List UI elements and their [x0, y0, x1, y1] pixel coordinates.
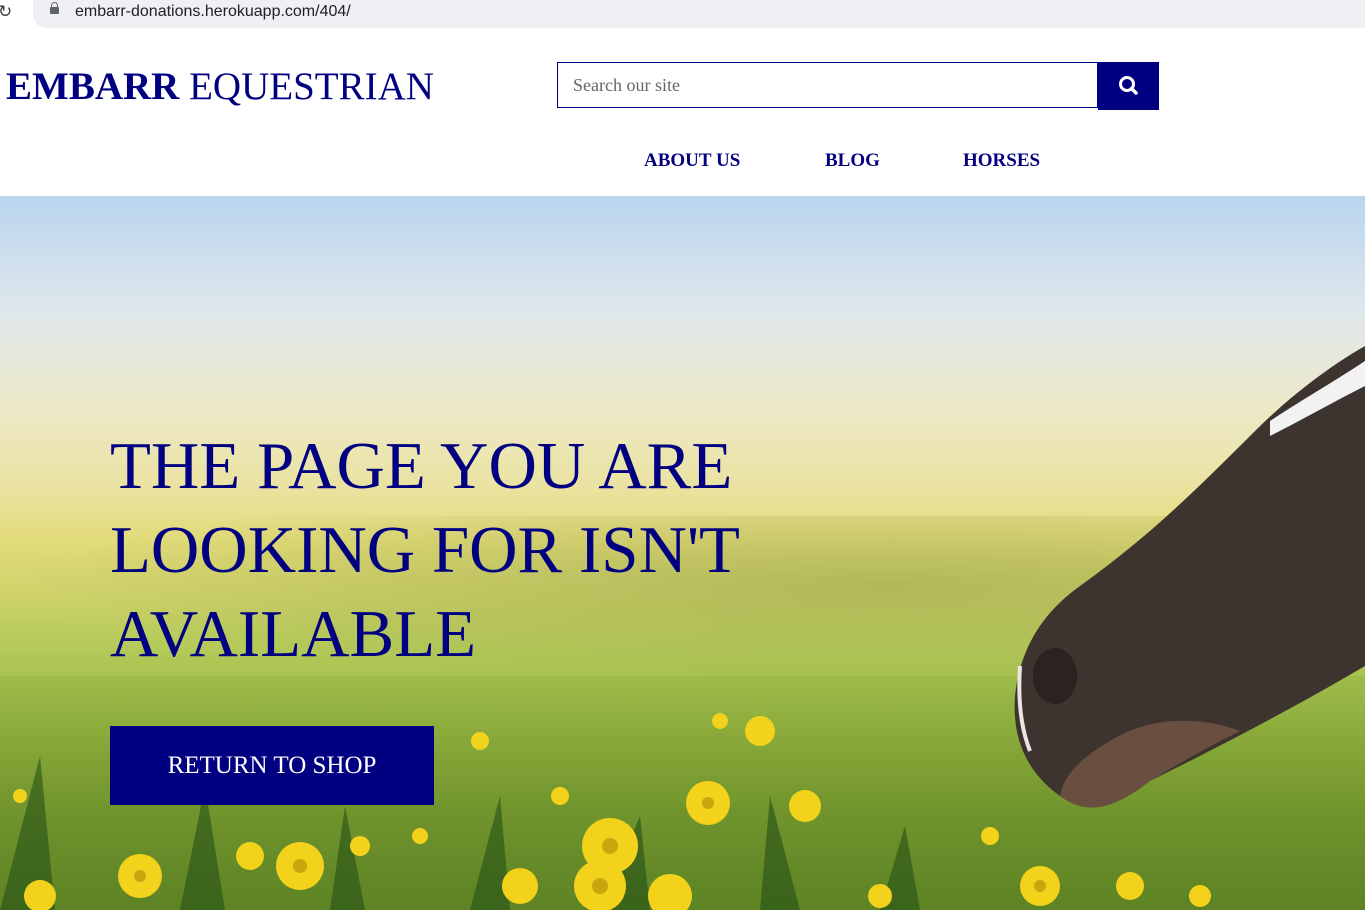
hero-section: THE PAGE YOU ARE LOOKING FOR ISN'T AVAIL… — [0, 196, 1365, 910]
horse-head — [1014, 346, 1365, 808]
lock-icon[interactable] — [50, 2, 59, 14]
search-button[interactable] — [1098, 62, 1159, 110]
search-form — [557, 62, 1159, 110]
nav-item-about-us[interactable]: ABOUT US — [644, 150, 740, 172]
site-logo[interactable]: EMBARR EQUESTRIAN — [6, 64, 434, 109]
return-to-shop-button[interactable]: RETURN TO SHOP — [110, 726, 434, 805]
search-icon — [1119, 76, 1138, 95]
nav-item-horses[interactable]: HORSES — [963, 150, 1040, 172]
reload-icon[interactable]: ↻ — [0, 2, 12, 22]
logo-bold-text: EMBARR — [6, 65, 180, 108]
error-heading: THE PAGE YOU ARE LOOKING FOR ISN'T AVAIL… — [110, 429, 739, 671]
logo-regular-text: EQUESTRIAN — [189, 65, 434, 108]
nav-item-blog[interactable]: BLOG — [825, 150, 880, 172]
search-input[interactable] — [557, 62, 1098, 108]
url-text[interactable]: embarr-donations.herokuapp.com/404/ — [75, 3, 351, 21]
browser-toolbar: ↻ embarr-donations.herokuapp.com/404/ — [0, 0, 1365, 35]
site-header: EMBARR EQUESTRIAN ABOUT US BLOG HORSES — [0, 34, 1365, 196]
